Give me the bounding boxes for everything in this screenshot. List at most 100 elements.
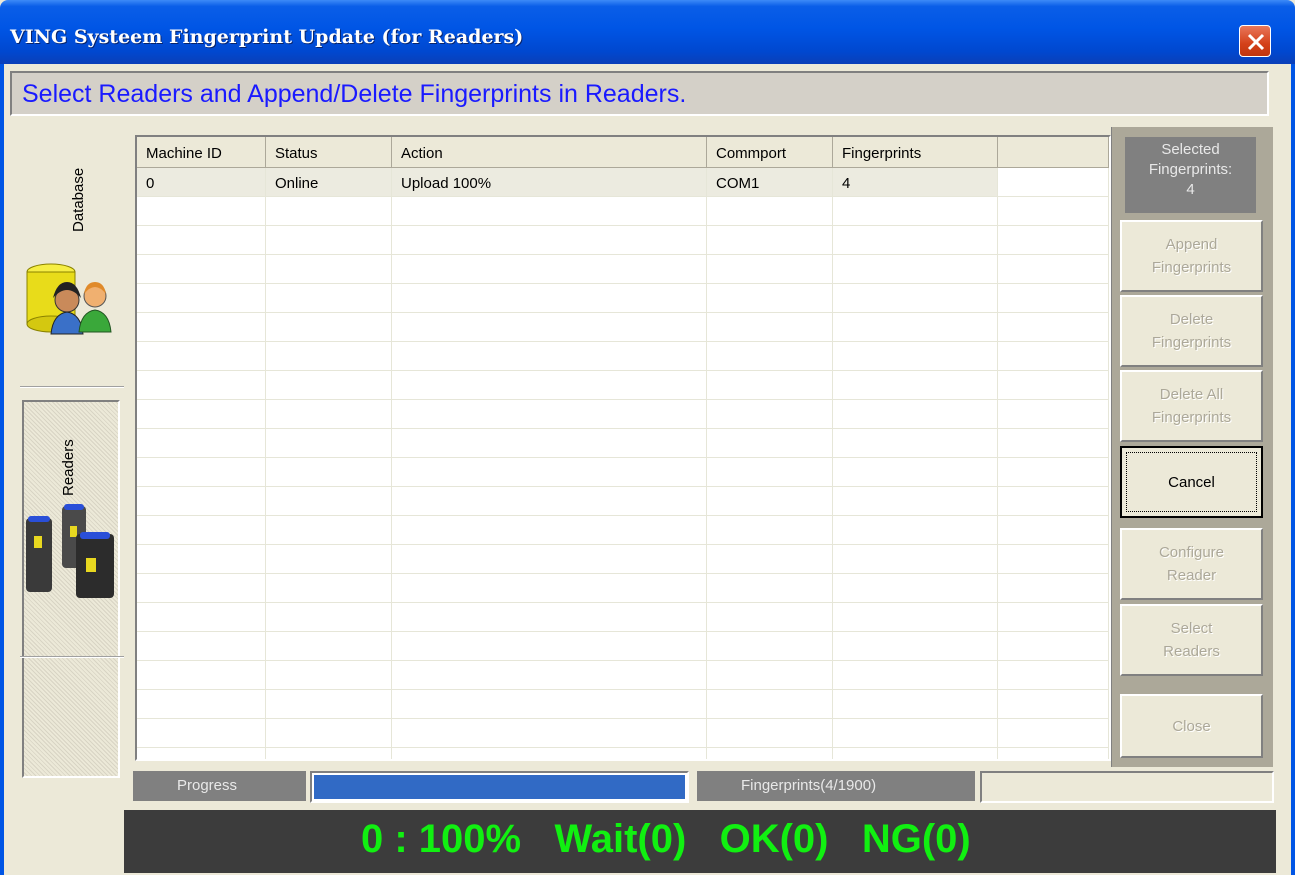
empty-table-row	[137, 400, 1109, 429]
empty-cell	[998, 603, 1109, 632]
select-readers-button[interactable]: Select Readers	[1120, 604, 1263, 676]
empty-cell	[707, 603, 833, 632]
nav-separator	[20, 656, 124, 658]
empty-cell	[998, 284, 1109, 313]
empty-cell	[998, 197, 1109, 226]
cell-status: Online	[266, 168, 392, 197]
empty-table-row	[137, 690, 1109, 719]
nav-readers-label: Readers	[60, 439, 77, 496]
nav-readers[interactable]: Readers	[22, 400, 120, 778]
empty-cell	[707, 516, 833, 545]
empty-table-row	[137, 574, 1109, 603]
empty-table-row	[137, 342, 1109, 371]
empty-cell	[392, 516, 707, 545]
empty-cell	[998, 313, 1109, 342]
empty-cell	[707, 429, 833, 458]
configure-reader-button[interactable]: Configure Reader	[1120, 528, 1263, 600]
selected-fingerprints-box: Selected Fingerprints: 4	[1125, 137, 1256, 213]
close-button[interactable]: Close	[1120, 694, 1263, 758]
empty-cell	[998, 226, 1109, 255]
empty-cell	[998, 487, 1109, 516]
empty-cell	[998, 458, 1109, 487]
empty-cell	[137, 284, 266, 313]
progress-label: Progress	[133, 771, 306, 801]
table-row[interactable]: 0 Online Upload 100% COM1 4	[137, 168, 1109, 197]
empty-cell	[266, 487, 392, 516]
empty-table-row	[137, 429, 1109, 458]
empty-cell	[137, 719, 266, 748]
empty-table-row	[137, 313, 1109, 342]
empty-cell	[266, 226, 392, 255]
nav-database[interactable]: Database	[23, 136, 123, 376]
col-status[interactable]: Status	[266, 137, 392, 168]
empty-cell	[137, 400, 266, 429]
empty-cell	[266, 661, 392, 690]
col-action[interactable]: Action	[392, 137, 707, 168]
col-commport[interactable]: Commport	[707, 137, 833, 168]
append-fingerprints-button[interactable]: Append Fingerprints	[1120, 220, 1263, 292]
empty-cell	[707, 371, 833, 400]
focus-rect	[1126, 452, 1257, 512]
empty-table-row	[137, 516, 1109, 545]
col-machine-id[interactable]: Machine ID	[137, 137, 266, 168]
cell-blank	[998, 168, 1109, 197]
close-label: Close	[1172, 717, 1211, 735]
col-fingerprints[interactable]: Fingerprints	[833, 137, 998, 168]
delete-all-fingerprints-button[interactable]: Delete All Fingerprints	[1120, 370, 1263, 442]
nav-database-label: Database	[70, 167, 87, 232]
empty-cell	[998, 429, 1109, 458]
close-window-button[interactable]	[1239, 25, 1271, 57]
append-label-2: Fingerprints	[1151, 259, 1232, 276]
empty-cell	[998, 371, 1109, 400]
empty-cell	[266, 516, 392, 545]
empty-cell	[137, 748, 266, 759]
cell-commport: COM1	[707, 168, 833, 197]
empty-cell	[998, 632, 1109, 661]
readers-table[interactable]: Machine ID Status Action Commport Finger…	[135, 135, 1111, 761]
empty-table-row	[137, 487, 1109, 516]
empty-cell	[137, 661, 266, 690]
selected-label-1: Selected	[1161, 141, 1220, 158]
empty-cell	[998, 661, 1109, 690]
empty-cell	[266, 284, 392, 313]
empty-cell	[833, 342, 998, 371]
empty-table-row	[137, 661, 1109, 690]
delete-label-1: Delete	[1169, 311, 1214, 328]
empty-cell	[266, 342, 392, 371]
empty-cell	[266, 545, 392, 574]
empty-cell	[392, 226, 707, 255]
empty-cell	[833, 603, 998, 632]
empty-table-row	[137, 371, 1109, 400]
empty-cell	[833, 719, 998, 748]
empty-cell	[392, 400, 707, 429]
empty-cell	[707, 545, 833, 574]
empty-cell	[833, 226, 998, 255]
empty-cell	[707, 313, 833, 342]
left-nav-panel: Database Readers	[8, 128, 126, 873]
col-blank[interactable]	[998, 137, 1109, 168]
empty-cell	[266, 197, 392, 226]
empty-table-row	[137, 545, 1109, 574]
empty-table-row	[137, 458, 1109, 487]
cancel-button[interactable]: Cancel	[1120, 446, 1263, 518]
app-window: VING Systeem Fingerprint Update (for Rea…	[0, 0, 1295, 875]
cell-fingerprints: 4	[833, 168, 998, 197]
delete-fingerprints-button[interactable]: Delete Fingerprints	[1120, 295, 1263, 367]
empty-cell	[392, 371, 707, 400]
empty-cell	[833, 371, 998, 400]
empty-cell	[137, 603, 266, 632]
empty-cell	[266, 400, 392, 429]
empty-cell	[392, 197, 707, 226]
empty-cell	[392, 545, 707, 574]
empty-cell	[707, 458, 833, 487]
empty-cell	[392, 458, 707, 487]
empty-cell	[137, 458, 266, 487]
empty-cell	[707, 197, 833, 226]
empty-cell	[137, 255, 266, 284]
title-bar[interactable]: VING Systeem Fingerprint Update (for Rea…	[0, 0, 1295, 64]
close-icon	[1247, 33, 1265, 51]
empty-cell	[137, 371, 266, 400]
delete-label-2: Fingerprints	[1151, 334, 1232, 351]
empty-cell	[392, 342, 707, 371]
empty-cell	[998, 719, 1109, 748]
